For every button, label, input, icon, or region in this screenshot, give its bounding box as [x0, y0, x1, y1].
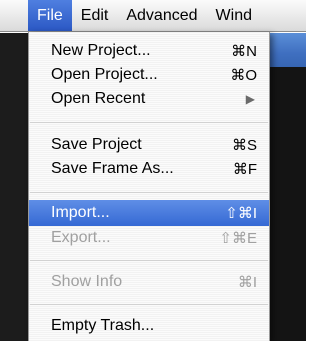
- shortcut-label: ⌘O: [230, 67, 257, 84]
- menu-item-label: Import...: [51, 204, 110, 221]
- menu-item-label: New Project...: [51, 42, 151, 59]
- menu-item-open-project[interactable]: Open Project... ⌘O: [29, 62, 269, 88]
- menu-file[interactable]: File: [28, 0, 72, 31]
- menu-item-label: Save Project: [51, 136, 142, 153]
- menu-item-empty-trash[interactable]: Empty Trash...: [29, 313, 269, 339]
- menu-separator: [30, 304, 268, 305]
- menu-window[interactable]: Wind: [207, 0, 261, 31]
- menu-item-new-project[interactable]: New Project... ⌘N: [29, 38, 269, 64]
- menu-separator: [30, 122, 268, 123]
- menu-item-save-project[interactable]: Save Project ⌘S: [29, 132, 269, 158]
- menu-item-open-recent[interactable]: Open Recent ▶: [29, 86, 269, 112]
- submenu-arrow-icon: ▶: [245, 92, 255, 106]
- menu-item-label: Empty Trash...: [51, 317, 155, 334]
- menu-item-show-info[interactable]: Show Info ⌘I: [29, 269, 269, 295]
- shortcut-label: ⇧⌘E: [219, 230, 257, 247]
- menu-separator: [30, 260, 268, 261]
- menu-advanced[interactable]: Advanced: [117, 0, 206, 31]
- menu-item-label: Open Recent: [51, 90, 146, 107]
- menu-edit[interactable]: Edit: [72, 0, 118, 31]
- menu-item-export[interactable]: Export... ⇧⌘E: [29, 225, 269, 251]
- menu-item-label: Open Project...: [51, 66, 158, 83]
- menu-item-save-frame-as[interactable]: Save Frame As... ⌘F: [29, 156, 269, 182]
- menu-item-label: Save Frame As...: [51, 160, 174, 177]
- shortcut-label: ⌘F: [232, 161, 257, 178]
- shortcut-label: ⌘N: [231, 43, 257, 60]
- menu-separator: [30, 192, 268, 193]
- menu-item-label: Export...: [51, 229, 111, 246]
- menu-item-import[interactable]: Import... ⇧⌘I: [29, 200, 269, 226]
- file-menu-dropdown: New Project... ⌘N Open Project... ⌘O Ope…: [28, 32, 270, 341]
- window-edge: [0, 33, 28, 341]
- shortcut-label: ⌘I: [237, 274, 257, 291]
- shortcut-label: ⌘S: [231, 137, 257, 154]
- menu-item-label: Show Info: [51, 273, 123, 290]
- shortcut-label: ⇧⌘I: [225, 205, 257, 222]
- menu-bar: File Edit Advanced Wind: [0, 0, 306, 32]
